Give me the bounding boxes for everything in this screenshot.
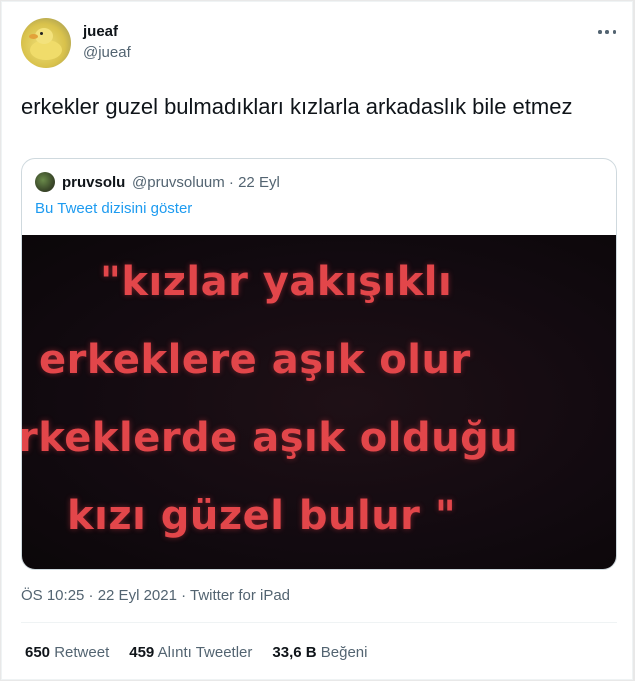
- tweet-stats: 650 Retweet 459 Alıntı Tweetler 33,6 B B…: [25, 644, 387, 661]
- retweets-count: 650: [25, 644, 51, 661]
- media-text-line: erkeklere aşık olur: [39, 337, 471, 383]
- quoted-tweet-media[interactable]: "kızlar yakışıklı erkeklere aşık olur rk…: [22, 235, 616, 569]
- quote-tweets-label: Alıntı Tweetler: [157, 644, 253, 661]
- retweets-stat[interactable]: 650 Retweet: [25, 644, 109, 661]
- media-text-line: rkeklerde aşık olduğu: [22, 415, 519, 461]
- divider: [21, 622, 617, 623]
- quoted-author-display-name: pruvsolu: [62, 174, 126, 191]
- likes-stat[interactable]: 33,6 B Beğeni: [272, 644, 367, 661]
- show-thread-link[interactable]: Bu Tweet dizisini göster: [35, 200, 192, 217]
- quoted-tweet[interactable]: pruvsolu @pruvsoluum · 22 Eyl Bu Tweet d…: [21, 158, 617, 570]
- quote-tweets-count: 459: [129, 644, 155, 661]
- tweet-timestamp-source[interactable]: ÖS 10:25 · 22 Eyl 2021 · Twitter for iPa…: [21, 587, 290, 604]
- likes-label: Beğeni: [320, 644, 368, 661]
- tweet-card: jueaf @jueaf erkekler guzel bulmadıkları…: [1, 1, 633, 680]
- more-options-icon[interactable]: [596, 22, 618, 42]
- author-handle[interactable]: @jueaf: [83, 44, 131, 61]
- quoted-author-avatar: [35, 172, 55, 192]
- author-avatar[interactable]: [21, 18, 71, 68]
- retweets-label: Retweet: [54, 644, 110, 661]
- media-text-line: kızı güzel bulur ": [67, 493, 457, 539]
- likes-count: 33,6 B: [272, 644, 317, 661]
- tweet-text: erkekler guzel bulmadıkları kızlarla ark…: [21, 94, 573, 119]
- media-text-line: "kızlar yakışıklı: [100, 259, 453, 305]
- author-display-name[interactable]: jueaf: [83, 23, 118, 40]
- quote-tweets-stat[interactable]: 459 Alıntı Tweetler: [129, 644, 252, 661]
- quoted-author-handle-date: @pruvsoluum · 22 Eyl: [132, 174, 280, 191]
